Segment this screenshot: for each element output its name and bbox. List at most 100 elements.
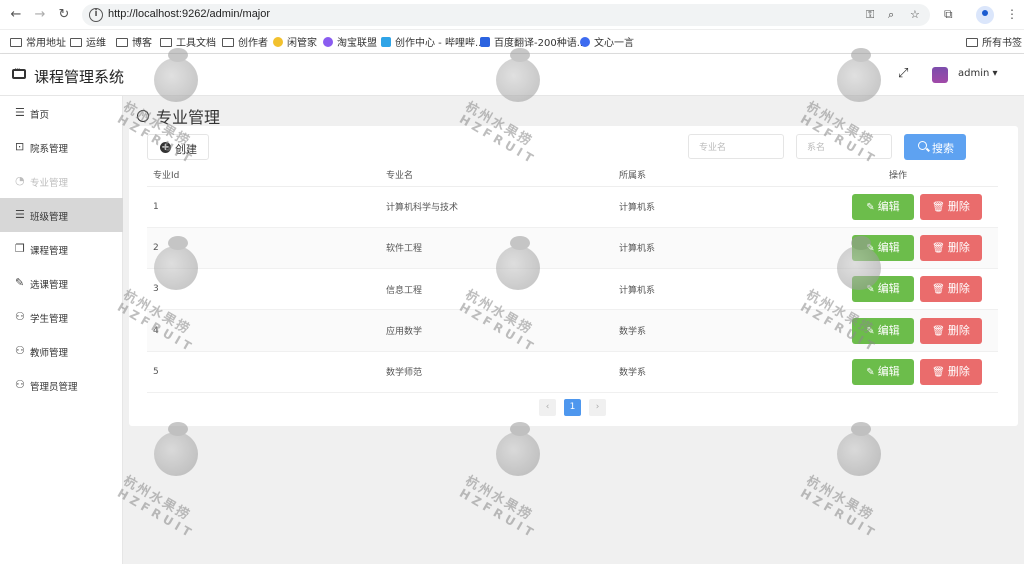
bookmark-link[interactable]: 文心一言 (580, 34, 634, 49)
bookmark-link[interactable]: 淘宝联盟 (323, 34, 377, 49)
cell-department: 计算机系 (613, 268, 798, 311)
user-menu[interactable]: admin ▾ (958, 68, 998, 79)
browser-toolbar: ← → ↻ i http://localhost:9262/admin/majo… (0, 0, 1024, 30)
delete-button[interactable]: 🗑 删除 (920, 234, 982, 261)
delete-button[interactable]: 🗑 删除 (920, 358, 982, 385)
main-content: 专业管理 + 创建 搜索 专业Id 专业名 所属系 操作 1 (123, 96, 1024, 564)
page-button-current[interactable]: 1 (564, 399, 581, 416)
baidu-translate-icon (480, 37, 490, 47)
sidebar: ☰ 首页 ⊡ 院系管理 ◔ 专业管理 ☰ 班级管理 ❐ 课程管理 ✎ 选课管理 … (0, 96, 123, 564)
trash-icon: 🗑 (932, 201, 945, 213)
delete-button[interactable]: 🗑 删除 (920, 276, 982, 303)
folder-icon (222, 38, 234, 47)
edit-button[interactable]: ✎ 编辑 (852, 234, 914, 261)
sidebar-item-majors[interactable]: ◔ 专业管理 (0, 164, 123, 198)
edit-button[interactable]: ✎ 编辑 (852, 276, 914, 303)
edit-button[interactable]: ✎ 编辑 (852, 193, 914, 220)
key-icon[interactable]: ⚿ (866, 8, 874, 22)
page-title: 专业管理 (156, 108, 221, 127)
cell-id: 4 (147, 309, 380, 352)
wenxin-icon (580, 37, 590, 47)
address-bar[interactable]: i http://localhost:9262/admin/major ⚿ ⌕ … (82, 4, 930, 26)
edit-button[interactable]: ✎ 编辑 (852, 317, 914, 344)
table-row: 3 信息工程 计算机系 ✎ 编辑 🗑 删除 (147, 268, 998, 311)
edit-icon: ✎ (866, 284, 875, 296)
search-button[interactable]: 搜索 (904, 134, 966, 160)
create-button[interactable]: + 创建 (147, 134, 209, 160)
delete-button[interactable]: 🗑 删除 (920, 317, 982, 344)
zoom-icon[interactable]: ⌕ (888, 8, 894, 22)
trash-icon: 🗑 (932, 242, 945, 254)
cell-actions: ✎ 编辑 🗑 删除 (798, 309, 998, 352)
department-name-search-input[interactable] (796, 134, 892, 159)
bookmark-folder[interactable]: 创作者 (222, 34, 268, 49)
info-icon[interactable]: i (89, 8, 103, 22)
cell-actions: ✎ 编辑 🗑 删除 (798, 268, 998, 311)
folder-icon (116, 38, 128, 47)
reload-icon[interactable]: ↻ (56, 7, 72, 23)
table-row: 2 软件工程 计算机系 ✎ 编辑 🗑 删除 (147, 227, 998, 270)
cell-actions: ✎ 编辑 🗑 删除 (798, 186, 998, 228)
sidebar-item-admins[interactable]: ⚇ 管理员管理 (0, 368, 123, 402)
avatar[interactable] (932, 67, 948, 83)
cell-name: 信息工程 (380, 268, 613, 311)
cell-name: 计算机科学与技术 (380, 186, 613, 228)
bookmark-folder[interactable]: 运维 (70, 34, 106, 49)
edit-icon: ✎ (866, 366, 875, 378)
prev-page-button[interactable]: ‹ (539, 399, 556, 416)
extensions-icon[interactable]: ⧉ (944, 7, 953, 22)
bookmark-folder[interactable]: 博客 (116, 34, 152, 49)
sidebar-item-students[interactable]: ⚇ 学生管理 (0, 300, 123, 334)
table-row: 4 应用数学 数学系 ✎ 编辑 🗑 删除 (147, 309, 998, 352)
url-text[interactable]: http://localhost:9262/admin/major (108, 8, 270, 20)
sidebar-item-courses[interactable]: ❐ 课程管理 (0, 232, 123, 266)
bookmark-folder[interactable]: 常用地址 (10, 34, 66, 49)
forward-arrow-icon[interactable]: → (32, 7, 48, 23)
cell-id: 1 (147, 186, 380, 228)
next-page-button[interactable]: › (589, 399, 606, 416)
profile-avatar-icon[interactable] (976, 6, 994, 24)
sidebar-item-departments[interactable]: ⊡ 院系管理 (0, 130, 123, 164)
cell-actions: ✎ 编辑 🗑 删除 (798, 351, 998, 393)
star-icon[interactable]: ☆ (910, 8, 920, 21)
caret-down-icon: ▾ (992, 68, 998, 79)
column-header-id: 专业Id (147, 164, 380, 187)
delete-button[interactable]: 🗑 删除 (920, 193, 982, 220)
back-arrow-icon[interactable]: ← (8, 7, 24, 23)
sidebar-item-teachers[interactable]: ⚇ 教师管理 (0, 334, 123, 368)
cell-id: 5 (147, 351, 380, 393)
bookmark-folder[interactable]: 工具文档 (160, 34, 216, 49)
folder-icon (10, 38, 22, 47)
cell-id: 3 (147, 268, 380, 311)
bookmark-link[interactable]: 闲管家 (273, 34, 317, 49)
sidebar-item-classes[interactable]: ☰ 班级管理 (0, 198, 123, 232)
folder-icon (70, 38, 82, 47)
trash-icon: 🗑 (932, 366, 945, 378)
trash-icon: 🗑 (932, 284, 945, 296)
user-icon: ⚇ (15, 378, 25, 391)
column-header-name: 专业名 (380, 164, 613, 187)
sidebar-item-home[interactable]: ☰ 首页 (0, 96, 123, 130)
folder-icon (966, 38, 978, 47)
menu-lines-icon: ☰ (15, 208, 25, 221)
column-header-actions: 操作 (798, 164, 998, 187)
xianguanjia-icon (273, 37, 283, 47)
bookmark-link[interactable]: 百度翻译-200种语... (480, 34, 586, 49)
fullscreen-icon[interactable]: ⤢ (898, 66, 908, 81)
taobao-union-icon (323, 37, 333, 47)
bookmarks-bar: 常用地址 运维 博客 工具文档 创作者 闲管家 淘宝联盟 创作中心 - 哔哩哔.… (0, 30, 1024, 54)
kebab-menu-icon[interactable]: ⋮ (1006, 7, 1018, 21)
edit-icon: ✎ (866, 201, 875, 213)
cell-id: 2 (147, 227, 380, 270)
major-name-search-input[interactable] (688, 134, 784, 159)
table-row: 1 计算机科学与技术 计算机系 ✎ 编辑 🗑 删除 (147, 186, 998, 228)
trash-icon: 🗑 (932, 325, 945, 337)
bookmark-link[interactable]: 创作中心 - 哔哩哔... (381, 34, 485, 49)
majors-table: 专业Id 专业名 所属系 操作 1 计算机科学与技术 计算机系 ✎ 编辑 🗑 删除 2 (147, 164, 998, 393)
sidebar-item-enrollment[interactable]: ✎ 选课管理 (0, 266, 123, 300)
edit-button[interactable]: ✎ 编辑 (852, 358, 914, 385)
bilibili-icon (381, 37, 391, 47)
pie-chart-icon: ◔ (15, 174, 25, 187)
all-bookmarks[interactable]: 所有书签 (966, 34, 1022, 49)
cell-name: 应用数学 (380, 309, 613, 352)
